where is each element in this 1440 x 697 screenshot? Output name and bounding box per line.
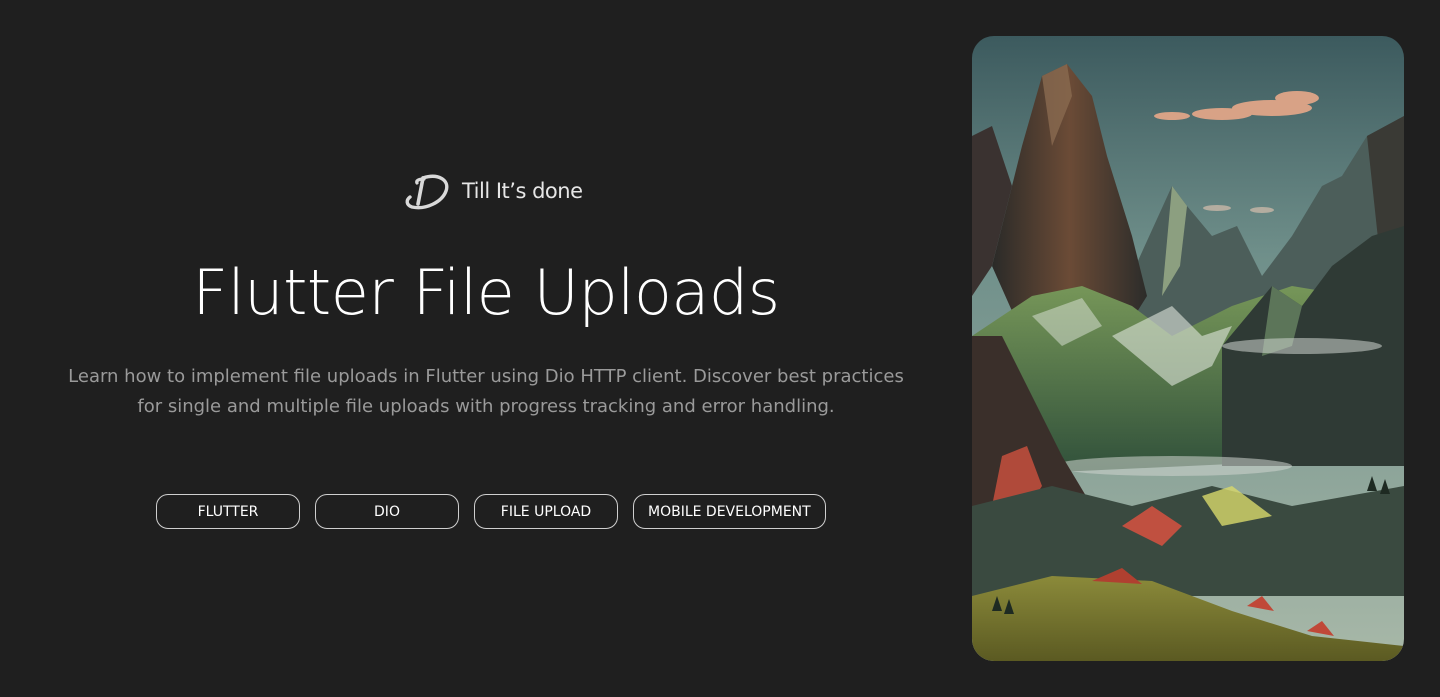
brand-name: Till It’s done [462,179,583,203]
hero-image [972,36,1404,661]
post-title: Flutter File Uploads [192,256,780,329]
brand-logo-icon [404,170,452,212]
post-header: Till It’s done Flutter File Uploads Lear… [0,0,972,697]
tag-mobile-development[interactable]: MOBILE DEVELOPMENT [633,494,826,529]
brand-link[interactable]: Till It’s done [404,170,583,212]
mountain-landscape-illustration [972,36,1404,661]
tag-flutter[interactable]: FLUTTER [156,494,300,529]
tag-list: FLUTTER DIO FILE UPLOAD MOBILE DEVELOPME… [156,494,826,529]
page: Till It’s done Flutter File Uploads Lear… [0,0,1440,697]
tag-file-upload[interactable]: FILE UPLOAD [474,494,618,529]
post-description: Learn how to implement file uploads in F… [68,366,904,417]
tag-dio[interactable]: DIO [315,494,459,529]
